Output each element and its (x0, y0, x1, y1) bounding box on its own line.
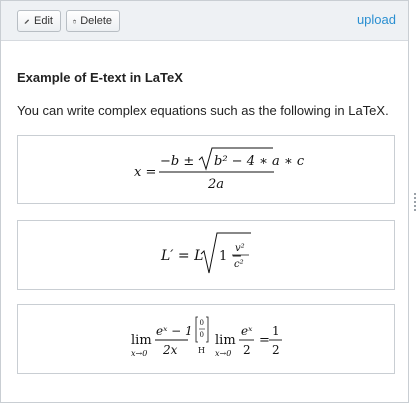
equation-contraction: L′ = L 1 − v² c² (160, 232, 251, 274)
toolbar: Edit Delete upload (1, 1, 408, 41)
eq2-lhs: L′ = L (160, 248, 203, 264)
eq2-frac-denominator: c² (234, 259, 244, 270)
equation-box-contraction: L′ = L 1 − v² c² (17, 220, 395, 290)
eq1-numerator-prefix: −b ± (160, 154, 194, 169)
edit-button-label: Edit (34, 15, 53, 27)
eq3-frac1-numerator: eˣ − 1 (156, 324, 193, 338)
eq3-frac2-numerator: eˣ (241, 324, 253, 338)
equation-quadratic: x = −b ± b² − 4 ∗ a ∗ c 2a (134, 147, 305, 192)
equation-box-limit: lim x→0 eˣ − 1 2x 0 0 H lim x→0 eˣ 2 = 1… (17, 304, 395, 374)
eq1-radicand: b² − 4 ∗ a ∗ c (214, 154, 305, 169)
eq2-frac-numerator: v² (235, 243, 245, 254)
eq3-lim-sub-2: x→0 (215, 349, 231, 358)
delete-button[interactable]: Delete (66, 10, 120, 32)
section-heading: Example of E-text in LaTeX (17, 70, 183, 85)
eq3-frac3-denominator: 2 (272, 343, 280, 357)
resize-handle[interactable] (412, 193, 418, 213)
delete-button-label: Delete (80, 15, 112, 27)
eq1-lhs: x = (134, 165, 156, 180)
pencil-icon (24, 18, 30, 24)
equation-limit: lim x→0 eˣ − 1 2x 0 0 H lim x→0 eˣ 2 = 1… (131, 316, 282, 358)
equation-box-quadratic: x = −b ± b² − 4 ∗ a ∗ c 2a (17, 135, 395, 204)
content-panel: Edit Delete upload Example of E-text in … (0, 0, 409, 403)
eq3-frac2-denominator: 2 (243, 343, 251, 357)
upload-link[interactable]: upload (357, 12, 396, 27)
eq3-hospital-bottom: 0 (200, 331, 204, 339)
eq3-frac1-denominator: 2x (162, 343, 178, 357)
eq3-hospital-top: 0 (200, 319, 204, 327)
eq3-equals: = (259, 333, 270, 348)
eq3-lim-2: lim (215, 333, 236, 348)
eq3-hospital-label: H (198, 346, 205, 355)
edit-button[interactable]: Edit (17, 10, 61, 32)
eq1-denominator: 2a (207, 177, 224, 192)
trash-icon (73, 19, 77, 23)
eq3-frac3-numerator: 1 (272, 324, 280, 338)
intro-text: You can write complex equations such as … (17, 103, 389, 118)
eq3-lim-1: lim (131, 333, 152, 348)
eq3-lim-sub-1: x→0 (131, 349, 147, 358)
